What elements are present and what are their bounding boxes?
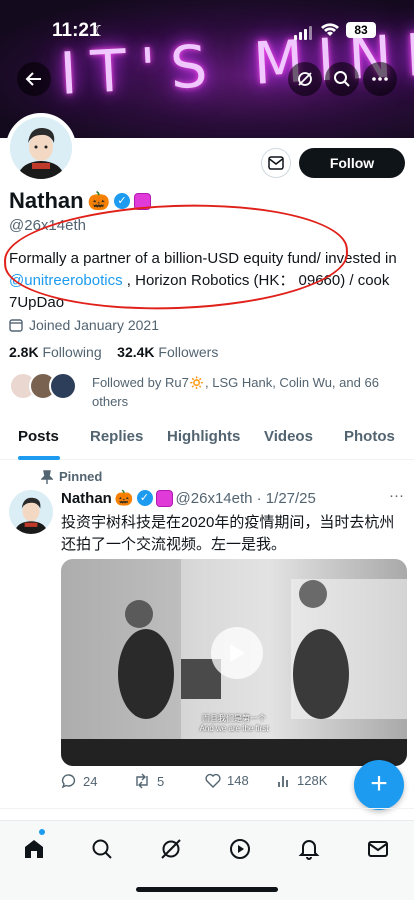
bottom-navigation: [0, 820, 414, 900]
nav-home[interactable]: [20, 835, 48, 863]
notification-dot: [39, 829, 45, 835]
tab-videos[interactable]: Videos: [264, 428, 313, 445]
mail-icon: [268, 156, 284, 170]
followed-by-avatars[interactable]: [9, 372, 77, 400]
bell-icon: [298, 840, 320, 860]
avatar-illustration: [10, 117, 72, 179]
pinned-label: Pinned: [41, 469, 102, 484]
play-button[interactable]: [211, 627, 263, 679]
home-indicator: [136, 887, 278, 892]
verified-badge-icon: ✓: [136, 490, 153, 506]
post-author-emoji: 🎃: [114, 490, 134, 507]
battery-indicator: 83: [346, 22, 376, 38]
compose-button[interactable]: +: [354, 760, 404, 810]
views-icon: [278, 775, 288, 787]
grok-nav-icon: [161, 839, 181, 859]
reply-icon: [61, 774, 76, 789]
back-button[interactable]: [17, 62, 51, 96]
tab-posts[interactable]: Posts: [18, 428, 59, 445]
status-bar: 11:21 ☾ 83: [0, 0, 414, 60]
message-button[interactable]: [261, 148, 291, 178]
follow-stats: 2.8K Following 32.4K Followers: [9, 344, 218, 360]
tab-replies[interactable]: Replies: [90, 428, 143, 445]
active-tab-indicator: [18, 456, 60, 460]
repost-button[interactable]: 5: [133, 773, 164, 789]
post-header: Nathan 🎃 ✓ @26x14eth · 1/27/25: [61, 489, 316, 507]
post-avatar[interactable]: [9, 490, 53, 534]
play-icon: [230, 644, 245, 662]
follow-button[interactable]: Follow: [299, 148, 405, 178]
profile-tabs: Posts Replies Highlights Videos Photos: [0, 420, 414, 460]
post-more-icon[interactable]: ···: [389, 487, 404, 504]
tab-highlights[interactable]: Highlights: [167, 428, 240, 445]
explore-icon: [92, 839, 112, 859]
joined-date: Joined January 2021: [9, 317, 159, 333]
post-author[interactable]: Nathan: [61, 490, 112, 507]
signal-icon: [294, 26, 312, 40]
like-icon: [205, 773, 221, 788]
home-icon: [25, 840, 43, 858]
tab-photos[interactable]: Photos: [344, 428, 395, 445]
messages-icon: [368, 841, 388, 857]
like-button[interactable]: 148: [205, 773, 249, 788]
nav-messages[interactable]: [364, 835, 392, 863]
post-video[interactable]: 而且我们是第一个 And we are the first: [61, 559, 407, 766]
divider: [0, 808, 414, 809]
video-subtitle: 而且我们是第一个 And we are the first: [199, 714, 269, 733]
verified-badge-icon[interactable]: ✓: [113, 193, 130, 209]
pin-icon: [41, 469, 53, 484]
profile-name: Nathan: [9, 188, 84, 213]
avatar: [49, 372, 77, 400]
search-icon: [334, 71, 350, 87]
grok-icon: [298, 72, 312, 86]
nav-notifications[interactable]: [295, 835, 323, 863]
followed-by-text[interactable]: Followed by Ru7🔅, LSG Hank, Colin Wu, an…: [92, 373, 402, 411]
moon-icon: ☾: [93, 23, 107, 40]
name-emoji: 🎃: [87, 190, 110, 211]
plus-icon: +: [370, 767, 388, 800]
following-link[interactable]: 2.8K Following: [9, 344, 102, 360]
nav-explore[interactable]: [88, 835, 116, 863]
views-button[interactable]: 128K: [277, 773, 327, 788]
avatar-illustration: [9, 490, 53, 534]
calendar-icon: [9, 319, 23, 332]
back-arrow-icon: [25, 72, 41, 86]
nav-video[interactable]: [226, 835, 254, 863]
grok-button[interactable]: [288, 62, 322, 96]
reply-button[interactable]: 24: [61, 773, 97, 789]
post-handle-date[interactable]: @26x14eth · 1/27/25: [176, 490, 316, 507]
repost-icon: [136, 773, 148, 789]
followers-link[interactable]: 32.4K Followers: [117, 344, 218, 360]
nav-grok[interactable]: [157, 835, 185, 863]
video-icon: [230, 839, 250, 859]
profile-avatar[interactable]: [6, 113, 76, 183]
joined-text: Joined January 2021: [29, 317, 159, 333]
post-text: 投资宇树科技是在2020年的疫情期间，当时去杭州还拍了一个交流视频。左一是我。: [61, 514, 395, 553]
search-button[interactable]: [325, 62, 359, 96]
wifi-icon: [321, 23, 339, 36]
more-icon: [372, 77, 388, 81]
more-options-button[interactable]: [363, 62, 397, 96]
affiliate-badge-icon: [155, 489, 173, 507]
